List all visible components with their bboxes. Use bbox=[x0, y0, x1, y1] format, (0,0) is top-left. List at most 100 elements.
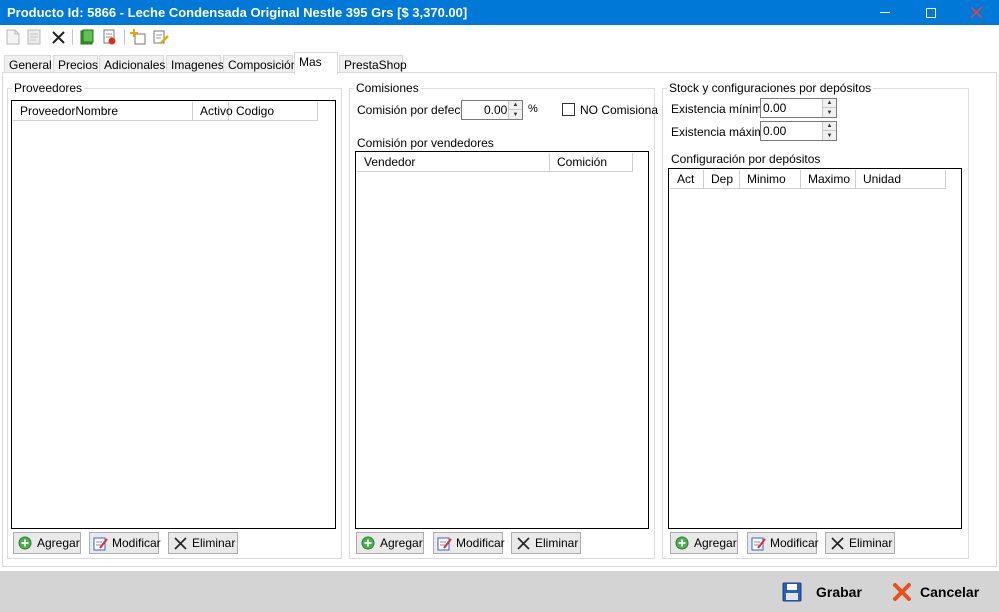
new-button[interactable] bbox=[4, 28, 22, 46]
add-button-label: Agregar bbox=[694, 536, 737, 550]
delete-button[interactable] bbox=[49, 28, 67, 46]
column-header[interactable]: Comición bbox=[550, 153, 633, 172]
report-icon bbox=[103, 29, 115, 45]
column-header[interactable]: Codigo bbox=[229, 102, 318, 121]
column-header[interactable]: ProveedorNombre bbox=[13, 102, 193, 121]
max-stock-value: 0.00 bbox=[763, 124, 787, 138]
vendedores-title: Comisión por vendedores bbox=[357, 136, 494, 150]
grid-header: ProveedorNombre Activo Codigo bbox=[13, 102, 318, 121]
spin-up-icon[interactable]: ▲ bbox=[823, 99, 836, 108]
report-button[interactable] bbox=[100, 28, 118, 46]
edit-item-icon bbox=[153, 30, 169, 44]
column-header[interactable]: Activo bbox=[193, 102, 233, 121]
save-button[interactable]: Grabar bbox=[780, 579, 862, 605]
close-button[interactable] bbox=[953, 0, 999, 25]
min-stock-value: 0.00 bbox=[763, 101, 787, 115]
delete-button-label: Eliminar bbox=[849, 536, 893, 550]
add-icon bbox=[674, 535, 690, 551]
min-stock-label: Existencia mínima bbox=[671, 102, 769, 116]
deposits-delete-button[interactable]: Eliminar bbox=[825, 532, 895, 554]
tab-strip: General Precios Adicionales Imagenes Com… bbox=[0, 50, 999, 74]
add-button-label: Agregar bbox=[37, 536, 80, 550]
minimize-icon bbox=[880, 12, 890, 13]
delete-button-label: Eliminar bbox=[192, 536, 236, 550]
max-stock-input[interactable]: 0.00 ▲ ▼ bbox=[760, 121, 837, 141]
column-header[interactable]: Unidad bbox=[856, 170, 946, 189]
spinner: ▲ ▼ bbox=[822, 99, 836, 117]
footer-bar: Grabar Cancelar bbox=[0, 571, 999, 612]
cancel-button[interactable]: Cancelar bbox=[890, 579, 979, 605]
add-item-icon bbox=[130, 29, 146, 45]
spin-up-icon[interactable]: ▲ bbox=[823, 122, 836, 131]
proveedores-delete-button[interactable]: Eliminar bbox=[168, 532, 238, 554]
book-icon bbox=[80, 29, 94, 45]
default-commission-input[interactable]: 0.00 ▲ ▼ bbox=[461, 100, 523, 120]
add-item-button[interactable] bbox=[129, 28, 147, 46]
maximize-icon bbox=[926, 7, 936, 18]
new-icon bbox=[6, 29, 20, 45]
default-commission-value: 0.00 bbox=[484, 103, 508, 117]
deposits-add-button[interactable]: Agregar bbox=[670, 532, 738, 554]
edit-icon bbox=[437, 535, 452, 551]
column-header[interactable]: Maximo bbox=[801, 170, 856, 189]
save-label: Grabar bbox=[816, 584, 862, 600]
spinner: ▲ ▼ bbox=[508, 101, 522, 119]
config-title: Configuración por depósitos bbox=[671, 152, 821, 166]
save-icon bbox=[780, 580, 804, 604]
vendedores-grid[interactable]: Vendedor Comición bbox=[355, 151, 649, 529]
modify-button-label: Modificar bbox=[770, 536, 819, 550]
book-button[interactable] bbox=[78, 28, 96, 46]
deposits-modify-button[interactable]: Modificar bbox=[747, 532, 819, 554]
vendedores-add-button[interactable]: Agregar bbox=[356, 532, 424, 554]
column-header[interactable]: Dep bbox=[704, 170, 740, 189]
column-header[interactable]: Vendedor bbox=[357, 153, 550, 172]
spin-down-icon[interactable]: ▼ bbox=[823, 131, 836, 140]
delete-icon bbox=[515, 535, 531, 551]
vendedores-delete-button[interactable]: Eliminar bbox=[511, 532, 581, 554]
delete-icon bbox=[829, 535, 845, 551]
tab-imagenes[interactable]: Imagenes bbox=[166, 55, 224, 73]
delete-button-label: Eliminar bbox=[535, 536, 579, 550]
delete-icon bbox=[51, 30, 65, 44]
delete-icon bbox=[172, 535, 188, 551]
no-comisiona-label: NO Comisiona bbox=[580, 103, 659, 117]
edit-item-button[interactable] bbox=[152, 28, 170, 46]
proveedores-title: Proveedores bbox=[12, 81, 85, 95]
proveedores-add-button[interactable]: Agregar bbox=[13, 532, 81, 554]
tab-prestashop[interactable]: PrestaShop bbox=[339, 55, 407, 73]
percent-label: % bbox=[528, 103, 538, 115]
minimize-button[interactable] bbox=[862, 0, 908, 25]
no-comisiona-checkbox[interactable] bbox=[562, 103, 575, 116]
tab-composicion[interactable]: Composición bbox=[223, 55, 297, 73]
tab-precios[interactable]: Precios bbox=[53, 55, 98, 73]
maximize-button[interactable] bbox=[908, 0, 954, 25]
edit-button[interactable] bbox=[25, 28, 43, 46]
tab-adicionales[interactable]: Adicionales bbox=[99, 55, 165, 73]
deposits-grid[interactable]: Act Dep Minimo Maximo Unidad bbox=[668, 168, 962, 529]
spin-up-icon[interactable]: ▲ bbox=[509, 101, 522, 110]
toolbar-separator bbox=[72, 29, 73, 45]
spin-down-icon[interactable]: ▼ bbox=[823, 108, 836, 117]
tab-general[interactable]: General bbox=[4, 55, 52, 73]
min-stock-input[interactable]: 0.00 ▲ ▼ bbox=[760, 98, 837, 118]
tab-mas[interactable]: Mas bbox=[294, 52, 338, 74]
spinner: ▲ ▼ bbox=[822, 122, 836, 140]
proveedores-modify-button[interactable]: Modificar bbox=[89, 532, 161, 554]
modify-button-label: Modificar bbox=[112, 536, 161, 550]
edit-icon bbox=[27, 29, 41, 45]
close-icon bbox=[970, 7, 982, 18]
proveedores-grid[interactable]: ProveedorNombre Activo Codigo bbox=[11, 100, 336, 529]
spin-down-icon[interactable]: ▼ bbox=[509, 110, 522, 119]
stock-title: Stock y configuraciones por depósitos bbox=[667, 81, 874, 95]
cancel-icon bbox=[890, 580, 914, 604]
grid-header: Act Dep Minimo Maximo Unidad bbox=[670, 170, 946, 189]
edit-icon bbox=[93, 535, 108, 551]
modify-button-label: Modificar bbox=[456, 536, 505, 550]
toolbar bbox=[0, 25, 999, 50]
vendedores-modify-button[interactable]: Modificar bbox=[433, 532, 505, 554]
edit-icon bbox=[751, 535, 766, 551]
toolbar-separator bbox=[124, 29, 125, 45]
column-header[interactable]: Act bbox=[670, 170, 704, 189]
add-button-label: Agregar bbox=[380, 536, 423, 550]
column-header[interactable]: Minimo bbox=[740, 170, 801, 189]
